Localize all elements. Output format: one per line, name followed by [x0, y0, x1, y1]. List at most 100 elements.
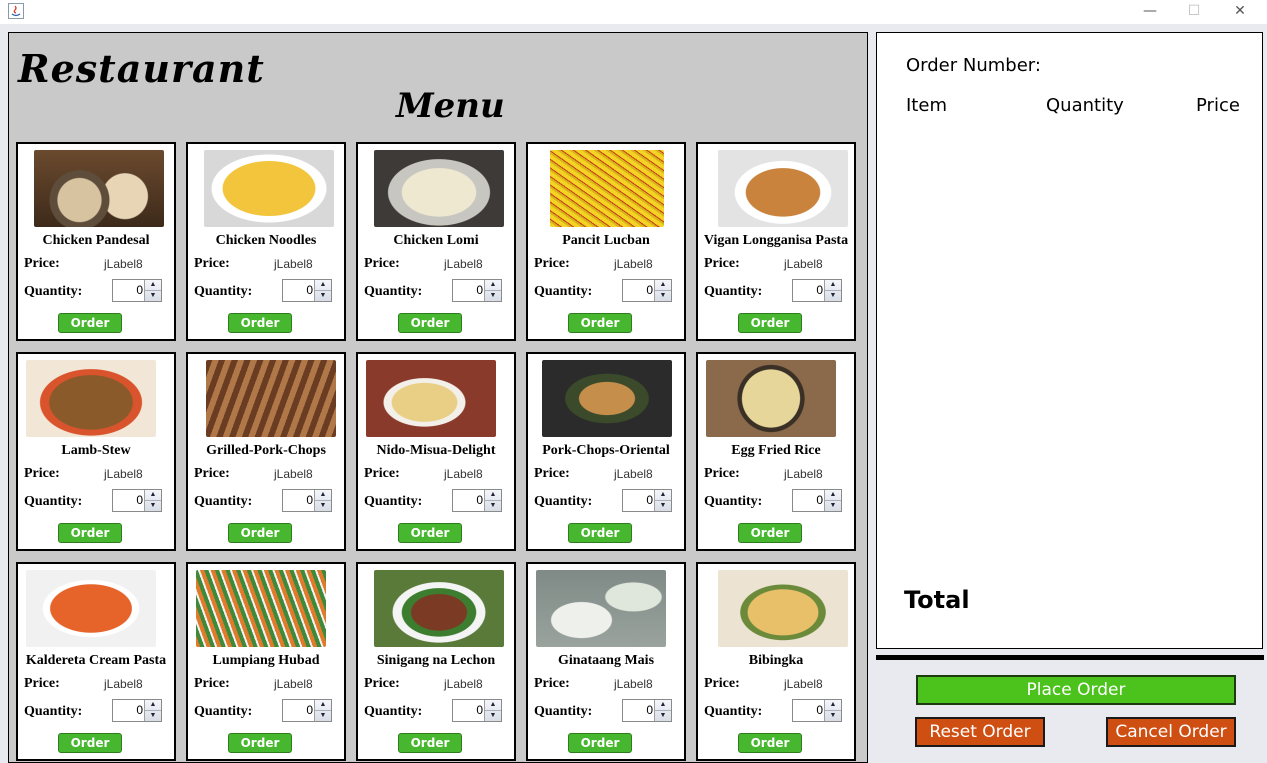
order-summary-panel: Order Number: Item Quantity Price Total — [876, 32, 1263, 649]
quantity-spinner[interactable]: 0 ▲ ▼ — [282, 279, 332, 302]
order-button[interactable]: Order — [398, 733, 462, 753]
spinner-arrows: ▲ ▼ — [484, 490, 501, 511]
quantity-value[interactable]: 0 — [306, 493, 313, 507]
order-button[interactable]: Order — [58, 523, 122, 543]
quantity-value[interactable]: 0 — [136, 493, 143, 507]
cancel-order-button[interactable]: Cancel Order — [1106, 717, 1236, 747]
spinner-down-icon[interactable]: ▼ — [825, 501, 841, 511]
spinner-up-icon[interactable]: ▲ — [315, 490, 331, 501]
quantity-value[interactable]: 0 — [816, 493, 823, 507]
quantity-spinner[interactable]: 0 ▲ ▼ — [452, 489, 502, 512]
order-button[interactable]: Order — [228, 523, 292, 543]
spinner-up-icon[interactable]: ▲ — [485, 280, 501, 291]
spinner-down-icon[interactable]: ▼ — [315, 501, 331, 511]
order-button[interactable]: Order — [398, 523, 462, 543]
spinner-up-icon[interactable]: ▲ — [485, 490, 501, 501]
item-name: Chicken Pandesal — [42, 233, 150, 248]
order-button[interactable]: Order — [568, 523, 632, 543]
price-label: Price: — [704, 466, 740, 481]
menu-card-lumpiang-hubad: Lumpiang Hubad Price: jLabel8 Quantity: 0 ▲ ▼ O… — [186, 562, 346, 761]
order-button[interactable]: Order — [228, 733, 292, 753]
quantity-spinner[interactable]: 0 ▲ ▼ — [112, 279, 162, 302]
spinner-down-icon[interactable]: ▼ — [655, 501, 671, 511]
quantity-spinner[interactable]: 0 ▲ ▼ — [282, 699, 332, 722]
spinner-arrows: ▲ ▼ — [654, 280, 671, 301]
spinner-up-icon[interactable]: ▲ — [655, 700, 671, 711]
quantity-spinner[interactable]: 0 ▲ ▼ — [112, 489, 162, 512]
menu-card-ginataang-mais: Ginataang Mais Price: jLabel8 Quantity: 0 ▲ ▼ O… — [526, 562, 686, 761]
spinner-down-icon[interactable]: ▼ — [825, 711, 841, 721]
place-order-button[interactable]: Place Order — [916, 675, 1236, 705]
spinner-down-icon[interactable]: ▼ — [485, 711, 501, 721]
spinner-down-icon[interactable]: ▼ — [825, 291, 841, 301]
spinner-down-icon[interactable]: ▼ — [145, 291, 161, 301]
order-button[interactable]: Order — [228, 313, 292, 333]
quantity-spinner[interactable]: 0 ▲ ▼ — [792, 279, 842, 302]
item-name: Vigan Longganisa Pasta — [703, 233, 849, 248]
order-button[interactable]: Order — [738, 313, 802, 333]
spinner-up-icon[interactable]: ▲ — [485, 700, 501, 711]
maximize-button[interactable]: ☐ — [1172, 0, 1216, 22]
spinner-up-icon[interactable]: ▲ — [315, 280, 331, 291]
quantity-spinner[interactable]: 0 ▲ ▼ — [622, 279, 672, 302]
spinner-down-icon[interactable]: ▼ — [315, 711, 331, 721]
quantity-value[interactable]: 0 — [306, 283, 313, 297]
spinner-up-icon[interactable]: ▲ — [825, 280, 841, 291]
order-button[interactable]: Order — [568, 313, 632, 333]
spinner-up-icon[interactable]: ▲ — [825, 490, 841, 501]
spinner-down-icon[interactable]: ▼ — [655, 291, 671, 301]
spinner-down-icon[interactable]: ▼ — [145, 711, 161, 721]
spinner-down-icon[interactable]: ▼ — [485, 291, 501, 301]
spinner-down-icon[interactable]: ▼ — [315, 291, 331, 301]
food-image — [26, 360, 156, 437]
minimize-button[interactable]: — — [1128, 0, 1172, 22]
quantity-value[interactable]: 0 — [816, 703, 823, 717]
menu-card-sinigang-na-lechon: Sinigang na Lechon Price: jLabel8 Quantity:… — [356, 562, 516, 761]
quantity-value[interactable]: 0 — [816, 283, 823, 297]
spinner-up-icon[interactable]: ▲ — [315, 700, 331, 711]
quantity-value[interactable]: 0 — [646, 703, 653, 717]
order-button[interactable]: Order — [58, 313, 122, 333]
quantity-spinner[interactable]: 0 ▲ ▼ — [282, 489, 332, 512]
close-button[interactable]: ✕ — [1218, 0, 1262, 22]
spinner-down-icon[interactable]: ▼ — [485, 501, 501, 511]
quantity-label: Quantity: — [364, 284, 423, 299]
spinner-down-icon[interactable]: ▼ — [655, 711, 671, 721]
spinner-up-icon[interactable]: ▲ — [145, 280, 161, 291]
quantity-spinner[interactable]: 0 ▲ ▼ — [452, 699, 502, 722]
quantity-value[interactable]: 0 — [646, 283, 653, 297]
quantity-spinner[interactable]: 0 ▲ ▼ — [792, 489, 842, 512]
order-button[interactable]: Order — [738, 733, 802, 753]
spinner-up-icon[interactable]: ▲ — [655, 490, 671, 501]
item-name: Kaldereta Cream Pasta — [25, 653, 167, 668]
quantity-value[interactable]: 0 — [306, 703, 313, 717]
spinner-up-icon[interactable]: ▲ — [655, 280, 671, 291]
quantity-value[interactable]: 0 — [136, 703, 143, 717]
spinner-up-icon[interactable]: ▲ — [145, 490, 161, 501]
quantity-spinner[interactable]: 0 ▲ ▼ — [112, 699, 162, 722]
quantity-label: Quantity: — [194, 284, 253, 299]
quantity-value[interactable]: 0 — [476, 703, 483, 717]
order-button[interactable]: Order — [58, 733, 122, 753]
quantity-spinner[interactable]: 0 ▲ ▼ — [792, 699, 842, 722]
price-value: jLabel8 — [104, 257, 143, 271]
quantity-label: Quantity: — [704, 284, 763, 299]
price-label: Price: — [194, 256, 230, 271]
quantity-value[interactable]: 0 — [646, 493, 653, 507]
order-button[interactable]: Order — [738, 523, 802, 543]
quantity-spinner[interactable]: 0 ▲ ▼ — [622, 489, 672, 512]
quantity-value[interactable]: 0 — [476, 493, 483, 507]
order-button[interactable]: Order — [568, 733, 632, 753]
item-name: Ginataang Mais — [557, 653, 655, 668]
order-button[interactable]: Order — [398, 313, 462, 333]
spinner-arrows: ▲ ▼ — [314, 700, 331, 721]
spinner-up-icon[interactable]: ▲ — [145, 700, 161, 711]
quantity-value[interactable]: 0 — [136, 283, 143, 297]
quantity-spinner[interactable]: 0 ▲ ▼ — [452, 279, 502, 302]
quantity-spinner[interactable]: 0 ▲ ▼ — [622, 699, 672, 722]
price-label: Price: — [24, 466, 60, 481]
spinner-down-icon[interactable]: ▼ — [145, 501, 161, 511]
spinner-up-icon[interactable]: ▲ — [825, 700, 841, 711]
quantity-value[interactable]: 0 — [476, 283, 483, 297]
reset-order-button[interactable]: Reset Order — [915, 717, 1045, 747]
